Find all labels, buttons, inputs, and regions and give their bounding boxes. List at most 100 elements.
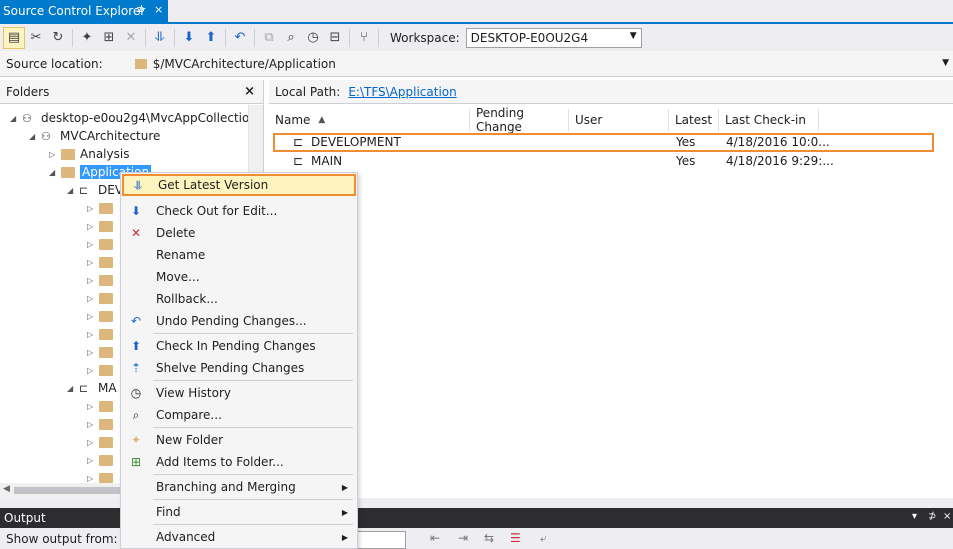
tree-item-development[interactable]: ◢ ⊏ DEV [67, 181, 123, 199]
menu-item-view-history[interactable]: ◷ View History [122, 382, 356, 404]
clear-all-icon[interactable]: ☰ [510, 531, 521, 545]
pin-icon[interactable]: ⊅ [928, 511, 936, 522]
menu-item-move[interactable]: Move... [122, 266, 356, 288]
copy-icon[interactable]: ⧉ [258, 27, 280, 49]
tree-item-folder[interactable]: ▷ [87, 325, 118, 343]
collapsed-arrow-icon[interactable]: ▷ [87, 330, 99, 339]
menu-item-delete[interactable]: ✕ Delete [122, 222, 356, 244]
output-source-select[interactable] [356, 531, 406, 549]
collapsed-arrow-icon[interactable]: ▷ [87, 420, 99, 429]
column-header-latest[interactable]: Latest [669, 109, 719, 131]
workspace-select[interactable]: DESKTOP-E0OU2G4 ▼ [465, 27, 642, 48]
close-icon[interactable]: × [244, 84, 255, 99]
expanded-arrow-icon[interactable]: ◢ [10, 114, 22, 123]
tree-item-main[interactable]: ◢ ⊏ MA [67, 379, 117, 397]
collapsed-arrow-icon[interactable]: ▷ [87, 366, 99, 375]
collapsed-arrow-icon[interactable]: ▷ [49, 150, 61, 159]
scroll-left-icon[interactable]: ◀ [3, 484, 10, 494]
add-items-icon[interactable]: ⊞ [98, 27, 120, 49]
tree-item-analysis[interactable]: ▷ Analysis [49, 145, 129, 163]
collapsed-arrow-icon[interactable]: ▷ [87, 312, 99, 321]
refresh-icon[interactable]: ↻ [47, 27, 69, 49]
close-icon[interactable]: × [943, 511, 951, 522]
find-icon[interactable]: ⌕ [280, 27, 302, 49]
folders-toggle-icon[interactable]: ▤ [3, 26, 25, 49]
menu-item-rename[interactable]: Rename [122, 244, 356, 266]
tree-item-collection[interactable]: ◢ ⚇ desktop-e0ou2g4\MvcAppCollection [10, 109, 257, 127]
menu-item-advanced[interactable]: Advanced ▶ [122, 526, 356, 548]
menu-item-get-latest-version[interactable]: ⥥ Get Latest Version [122, 174, 356, 196]
tree-item-folder[interactable]: ▷ [87, 199, 118, 217]
new-folder-icon[interactable]: ✦ [76, 27, 98, 49]
tree-item-mvcarchitecture[interactable]: ◢ ⚇ MVCArchitecture [29, 127, 160, 145]
close-icon[interactable]: × [154, 3, 163, 16]
menu-item-branching-and-merging[interactable]: Branching and Merging ▶ [122, 476, 356, 498]
collapsed-arrow-icon[interactable]: ▷ [87, 456, 99, 465]
tree-item-folder[interactable]: ▷ [87, 253, 118, 271]
source-location-path[interactable]: $/MVCArchitecture/Application [153, 57, 336, 71]
menu-item-rollback[interactable]: Rollback... [122, 288, 356, 310]
tree-item-folder[interactable]: ▷ [87, 217, 118, 235]
find-next-icon[interactable]: ⇥ [458, 531, 468, 545]
folder-icon [61, 166, 75, 178]
column-header-user[interactable]: User [569, 109, 669, 131]
tree-item-folder[interactable]: ▷ [87, 343, 118, 361]
get-latest-icon: ⥥ [133, 177, 143, 192]
column-header-last-checkin[interactable]: Last Check-in [719, 109, 819, 131]
collapsed-arrow-icon[interactable]: ▷ [87, 438, 99, 447]
menu-item-check-in-pending-changes[interactable]: ⬆ Check In Pending Changes [122, 335, 356, 357]
menu-item-shelve-pending-changes[interactable]: ⇡ Shelve Pending Changes [122, 357, 356, 379]
menu-item-undo-pending-changes[interactable]: ↶ Undo Pending Changes... [122, 310, 356, 332]
tree-item-folder[interactable]: ▷ [87, 307, 118, 325]
tree-item-folder[interactable]: ▷ [87, 271, 118, 289]
collapsed-arrow-icon[interactable]: ▷ [87, 222, 99, 231]
expanded-arrow-icon[interactable]: ◢ [49, 168, 61, 177]
tree-item-folder[interactable]: ▷ [87, 451, 118, 469]
history-icon[interactable]: ◷ [302, 27, 324, 49]
find-previous-icon[interactable]: ⇤ [430, 531, 440, 545]
menu-label: Advanced [156, 530, 216, 544]
collapsed-arrow-icon[interactable]: ▷ [87, 294, 99, 303]
expanded-arrow-icon[interactable]: ◢ [29, 132, 41, 141]
collapsed-arrow-icon[interactable]: ▷ [87, 474, 99, 483]
branch-icon[interactable]: ⑂ [353, 27, 375, 49]
collapsed-arrow-icon[interactable]: ▷ [87, 276, 99, 285]
menu-item-compare[interactable]: ⌕ Compare... [122, 404, 356, 426]
tab-source-control-explorer[interactable]: Source Control Explorer ⊅ × [0, 0, 168, 22]
go-to-message-icon[interactable]: ⇆ [484, 531, 494, 545]
word-wrap-icon[interactable]: ⤶ [540, 531, 547, 546]
local-path-link[interactable]: E:\TFS\Application [348, 85, 456, 99]
collapsed-arrow-icon[interactable]: ▷ [87, 348, 99, 357]
compare-icon[interactable]: ⊟ [324, 27, 346, 49]
folder-icon [99, 472, 113, 484]
collapsed-arrow-icon[interactable]: ▷ [87, 402, 99, 411]
tree-item-folder[interactable]: ▷ [87, 433, 118, 451]
check-in-icon[interactable]: ⬆ [200, 27, 222, 49]
pin-icon[interactable]: ⊅ [136, 3, 145, 16]
chevron-down-icon[interactable]: ▼ [942, 58, 949, 68]
connect-icon[interactable]: ✂ [25, 27, 47, 49]
tree-item-folder[interactable]: ▷ [87, 415, 118, 433]
collapsed-arrow-icon[interactable]: ▷ [87, 258, 99, 267]
tree-item-folder[interactable]: ▷ [87, 397, 118, 415]
menu-item-new-folder[interactable]: ✦ New Folder [122, 429, 356, 451]
column-header-pending-change[interactable]: Pending Change [470, 106, 569, 134]
menu-item-check-out[interactable]: ⬇ Check Out for Edit... [122, 200, 356, 222]
menu-item-find[interactable]: Find ▶ [122, 501, 356, 523]
get-latest-icon[interactable]: ⥥ [149, 27, 171, 49]
tree-item-folder[interactable]: ▷ [87, 289, 118, 307]
menu-item-add-items-to-folder[interactable]: ⊞ Add Items to Folder... [122, 451, 356, 473]
table-row[interactable]: ⊏ MAIN Yes 4/18/2016 9:29:... [269, 152, 929, 170]
tree-item-folder[interactable]: ▷ [87, 361, 118, 379]
check-out-icon[interactable]: ⬇ [178, 27, 200, 49]
expanded-arrow-icon[interactable]: ◢ [67, 186, 79, 195]
menu-label: Find [156, 505, 181, 519]
column-header-name[interactable]: Name ▲ [269, 109, 470, 131]
delete-icon[interactable]: ✕ [120, 27, 142, 49]
window-position-icon[interactable]: ▾ [912, 511, 917, 522]
tree-item-folder[interactable]: ▷ [87, 235, 118, 253]
collapsed-arrow-icon[interactable]: ▷ [87, 240, 99, 249]
undo-icon[interactable]: ↶ [229, 27, 251, 49]
expanded-arrow-icon[interactable]: ◢ [67, 384, 79, 393]
collapsed-arrow-icon[interactable]: ▷ [87, 204, 99, 213]
